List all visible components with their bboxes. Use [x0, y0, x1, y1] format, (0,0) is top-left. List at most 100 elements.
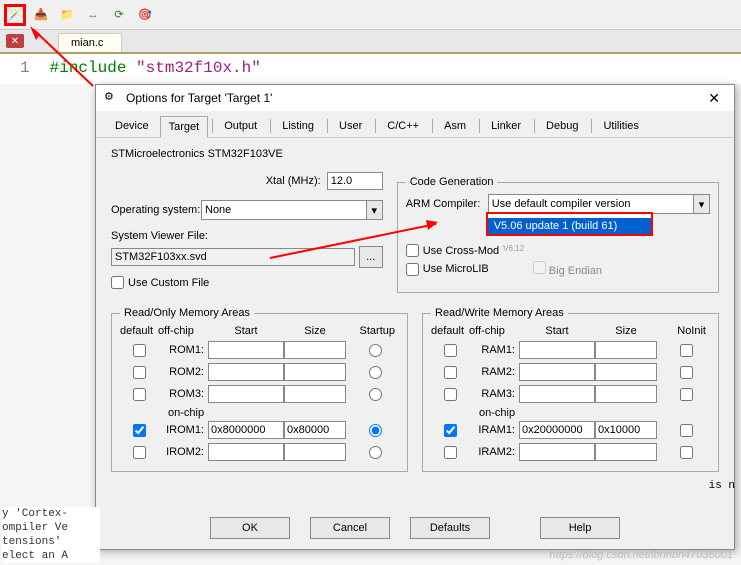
- memory-row: IROM1:: [120, 421, 399, 439]
- mem-size-input[interactable]: [284, 363, 346, 381]
- mem-start-input[interactable]: [519, 421, 595, 439]
- mem-label: RAM3:: [469, 388, 519, 400]
- toolbar-btn-6[interactable]: 🎯: [134, 4, 156, 26]
- main-toolbar: 🪄 📥 📁 ↔ ⟳ 🎯: [0, 0, 741, 30]
- dialog-title: Options for Target 'Target 1': [126, 91, 702, 105]
- toolbar-btn-5[interactable]: ⟳: [108, 4, 130, 26]
- mem-label: IROM1:: [158, 424, 208, 436]
- mem-default-checkbox[interactable]: [444, 388, 457, 401]
- mem-label: ROM1:: [158, 344, 208, 356]
- cancel-button[interactable]: Cancel: [310, 517, 390, 539]
- mem-label: IRAM2:: [469, 446, 519, 458]
- mem-default-checkbox[interactable]: [133, 446, 146, 459]
- mem-start-input[interactable]: [519, 385, 595, 403]
- mem-size-input[interactable]: [595, 443, 657, 461]
- mem-size-input[interactable]: [595, 385, 657, 403]
- toolbar-btn-4[interactable]: ↔: [82, 4, 104, 26]
- mem-start-input[interactable]: [208, 341, 284, 359]
- mem-noinit-checkbox[interactable]: [680, 446, 693, 459]
- mem-start-input[interactable]: [208, 421, 284, 439]
- tab-listing[interactable]: Listing: [273, 115, 323, 137]
- mem-startup-radio[interactable]: [369, 388, 382, 401]
- mem-size-input[interactable]: [284, 443, 346, 461]
- toolbar-btn-2[interactable]: 📥: [30, 4, 52, 26]
- tab-utilities[interactable]: Utilities: [594, 115, 647, 137]
- close-panel-button[interactable]: ✕: [6, 34, 24, 48]
- use-custom-file-checkbox[interactable]: [111, 276, 124, 289]
- mem-default-checkbox[interactable]: [133, 424, 146, 437]
- mem-size-input[interactable]: [284, 341, 346, 359]
- defaults-button[interactable]: Defaults: [410, 517, 490, 539]
- ok-button[interactable]: OK: [210, 517, 290, 539]
- dialog-close-button[interactable]: ✕: [702, 90, 726, 107]
- mem-size-input[interactable]: [595, 363, 657, 381]
- arm-compiler-combo[interactable]: Use default compiler version ▾: [488, 194, 710, 214]
- mem-start-input[interactable]: [208, 363, 284, 381]
- mem-size-input[interactable]: [284, 421, 346, 439]
- arm-compiler-label: ARM Compiler:: [406, 198, 488, 210]
- rw-legend: Read/Write Memory Areas: [431, 307, 568, 319]
- tab-linker[interactable]: Linker: [482, 115, 530, 137]
- mem-label: RAM1:: [469, 344, 519, 356]
- tab-output[interactable]: Output: [215, 115, 266, 137]
- options-button[interactable]: 🪄: [4, 4, 26, 26]
- tab-cpp[interactable]: C/C++: [378, 115, 428, 137]
- file-tab[interactable]: mian.c: [58, 33, 122, 52]
- os-combo[interactable]: None ▾: [201, 200, 383, 220]
- rebuild-icon: ⟳: [114, 8, 123, 21]
- mem-label: ROM2:: [158, 366, 208, 378]
- use-microlib-checkbox[interactable]: [406, 263, 419, 276]
- tab-debug[interactable]: Debug: [537, 115, 587, 137]
- mem-default-checkbox[interactable]: [133, 344, 146, 357]
- memory-row: ROM2:: [120, 363, 399, 381]
- toolbar-btn-3[interactable]: 📁: [56, 4, 78, 26]
- mem-startup-radio[interactable]: [369, 344, 382, 357]
- mem-default-checkbox[interactable]: [444, 424, 457, 437]
- mem-default-checkbox[interactable]: [444, 446, 457, 459]
- mem-default-checkbox[interactable]: [444, 366, 457, 379]
- mem-noinit-checkbox[interactable]: [680, 344, 693, 357]
- mem-noinit-checkbox[interactable]: [680, 424, 693, 437]
- mem-noinit-checkbox[interactable]: [680, 366, 693, 379]
- memory-row: IRAM2:: [431, 443, 710, 461]
- memory-row: RAM2:: [431, 363, 710, 381]
- tab-device[interactable]: Device: [106, 115, 158, 137]
- mem-startup-radio[interactable]: [369, 446, 382, 459]
- compiler-option-default[interactable]: Use default compiler version: [488, 214, 651, 218]
- use-cross-checkbox[interactable]: [406, 244, 419, 257]
- mem-label: RAM2:: [469, 366, 519, 378]
- mem-size-input[interactable]: [595, 341, 657, 359]
- build-icon: ↔: [88, 9, 99, 21]
- mem-start-input[interactable]: [519, 363, 595, 381]
- help-button[interactable]: Help: [540, 517, 620, 539]
- tab-target[interactable]: Target: [160, 116, 209, 138]
- mem-size-input[interactable]: [595, 421, 657, 439]
- dialog-title-bar: ⚙ Options for Target 'Target 1' ✕: [96, 85, 734, 111]
- mem-start-input[interactable]: [519, 443, 595, 461]
- compiler-option-v506[interactable]: V5.06 update 1 (build 61): [488, 218, 651, 234]
- svf-label: System Viewer File:: [111, 230, 383, 242]
- mem-start-input[interactable]: [208, 443, 284, 461]
- code-preprocessor: #include: [50, 59, 136, 77]
- right-text-fragment: is n: [709, 480, 735, 492]
- memory-row: ROM3:: [120, 385, 399, 403]
- mem-start-input[interactable]: [519, 341, 595, 359]
- mem-default-checkbox[interactable]: [444, 344, 457, 357]
- mem-size-input[interactable]: [284, 385, 346, 403]
- tab-user[interactable]: User: [330, 115, 371, 137]
- wand-icon: 🪄: [8, 8, 22, 21]
- code-editor[interactable]: 1#include "stm32f10x.h": [0, 54, 741, 84]
- mem-default-checkbox[interactable]: [133, 366, 146, 379]
- arm-compiler-dropdown: Use default compiler version V5.06 updat…: [486, 212, 653, 236]
- memory-row: RAM1:: [431, 341, 710, 359]
- tab-asm[interactable]: Asm: [435, 115, 475, 137]
- dialog-buttons: OK Cancel Defaults Help: [96, 517, 734, 539]
- download-icon: 📥: [34, 8, 48, 21]
- mem-start-input[interactable]: [208, 385, 284, 403]
- mem-startup-radio[interactable]: [369, 424, 382, 437]
- svf-browse-button[interactable]: ...: [359, 246, 383, 268]
- mem-noinit-checkbox[interactable]: [680, 388, 693, 401]
- mem-default-checkbox[interactable]: [133, 388, 146, 401]
- mem-startup-radio[interactable]: [369, 366, 382, 379]
- xtal-input[interactable]: [327, 172, 383, 190]
